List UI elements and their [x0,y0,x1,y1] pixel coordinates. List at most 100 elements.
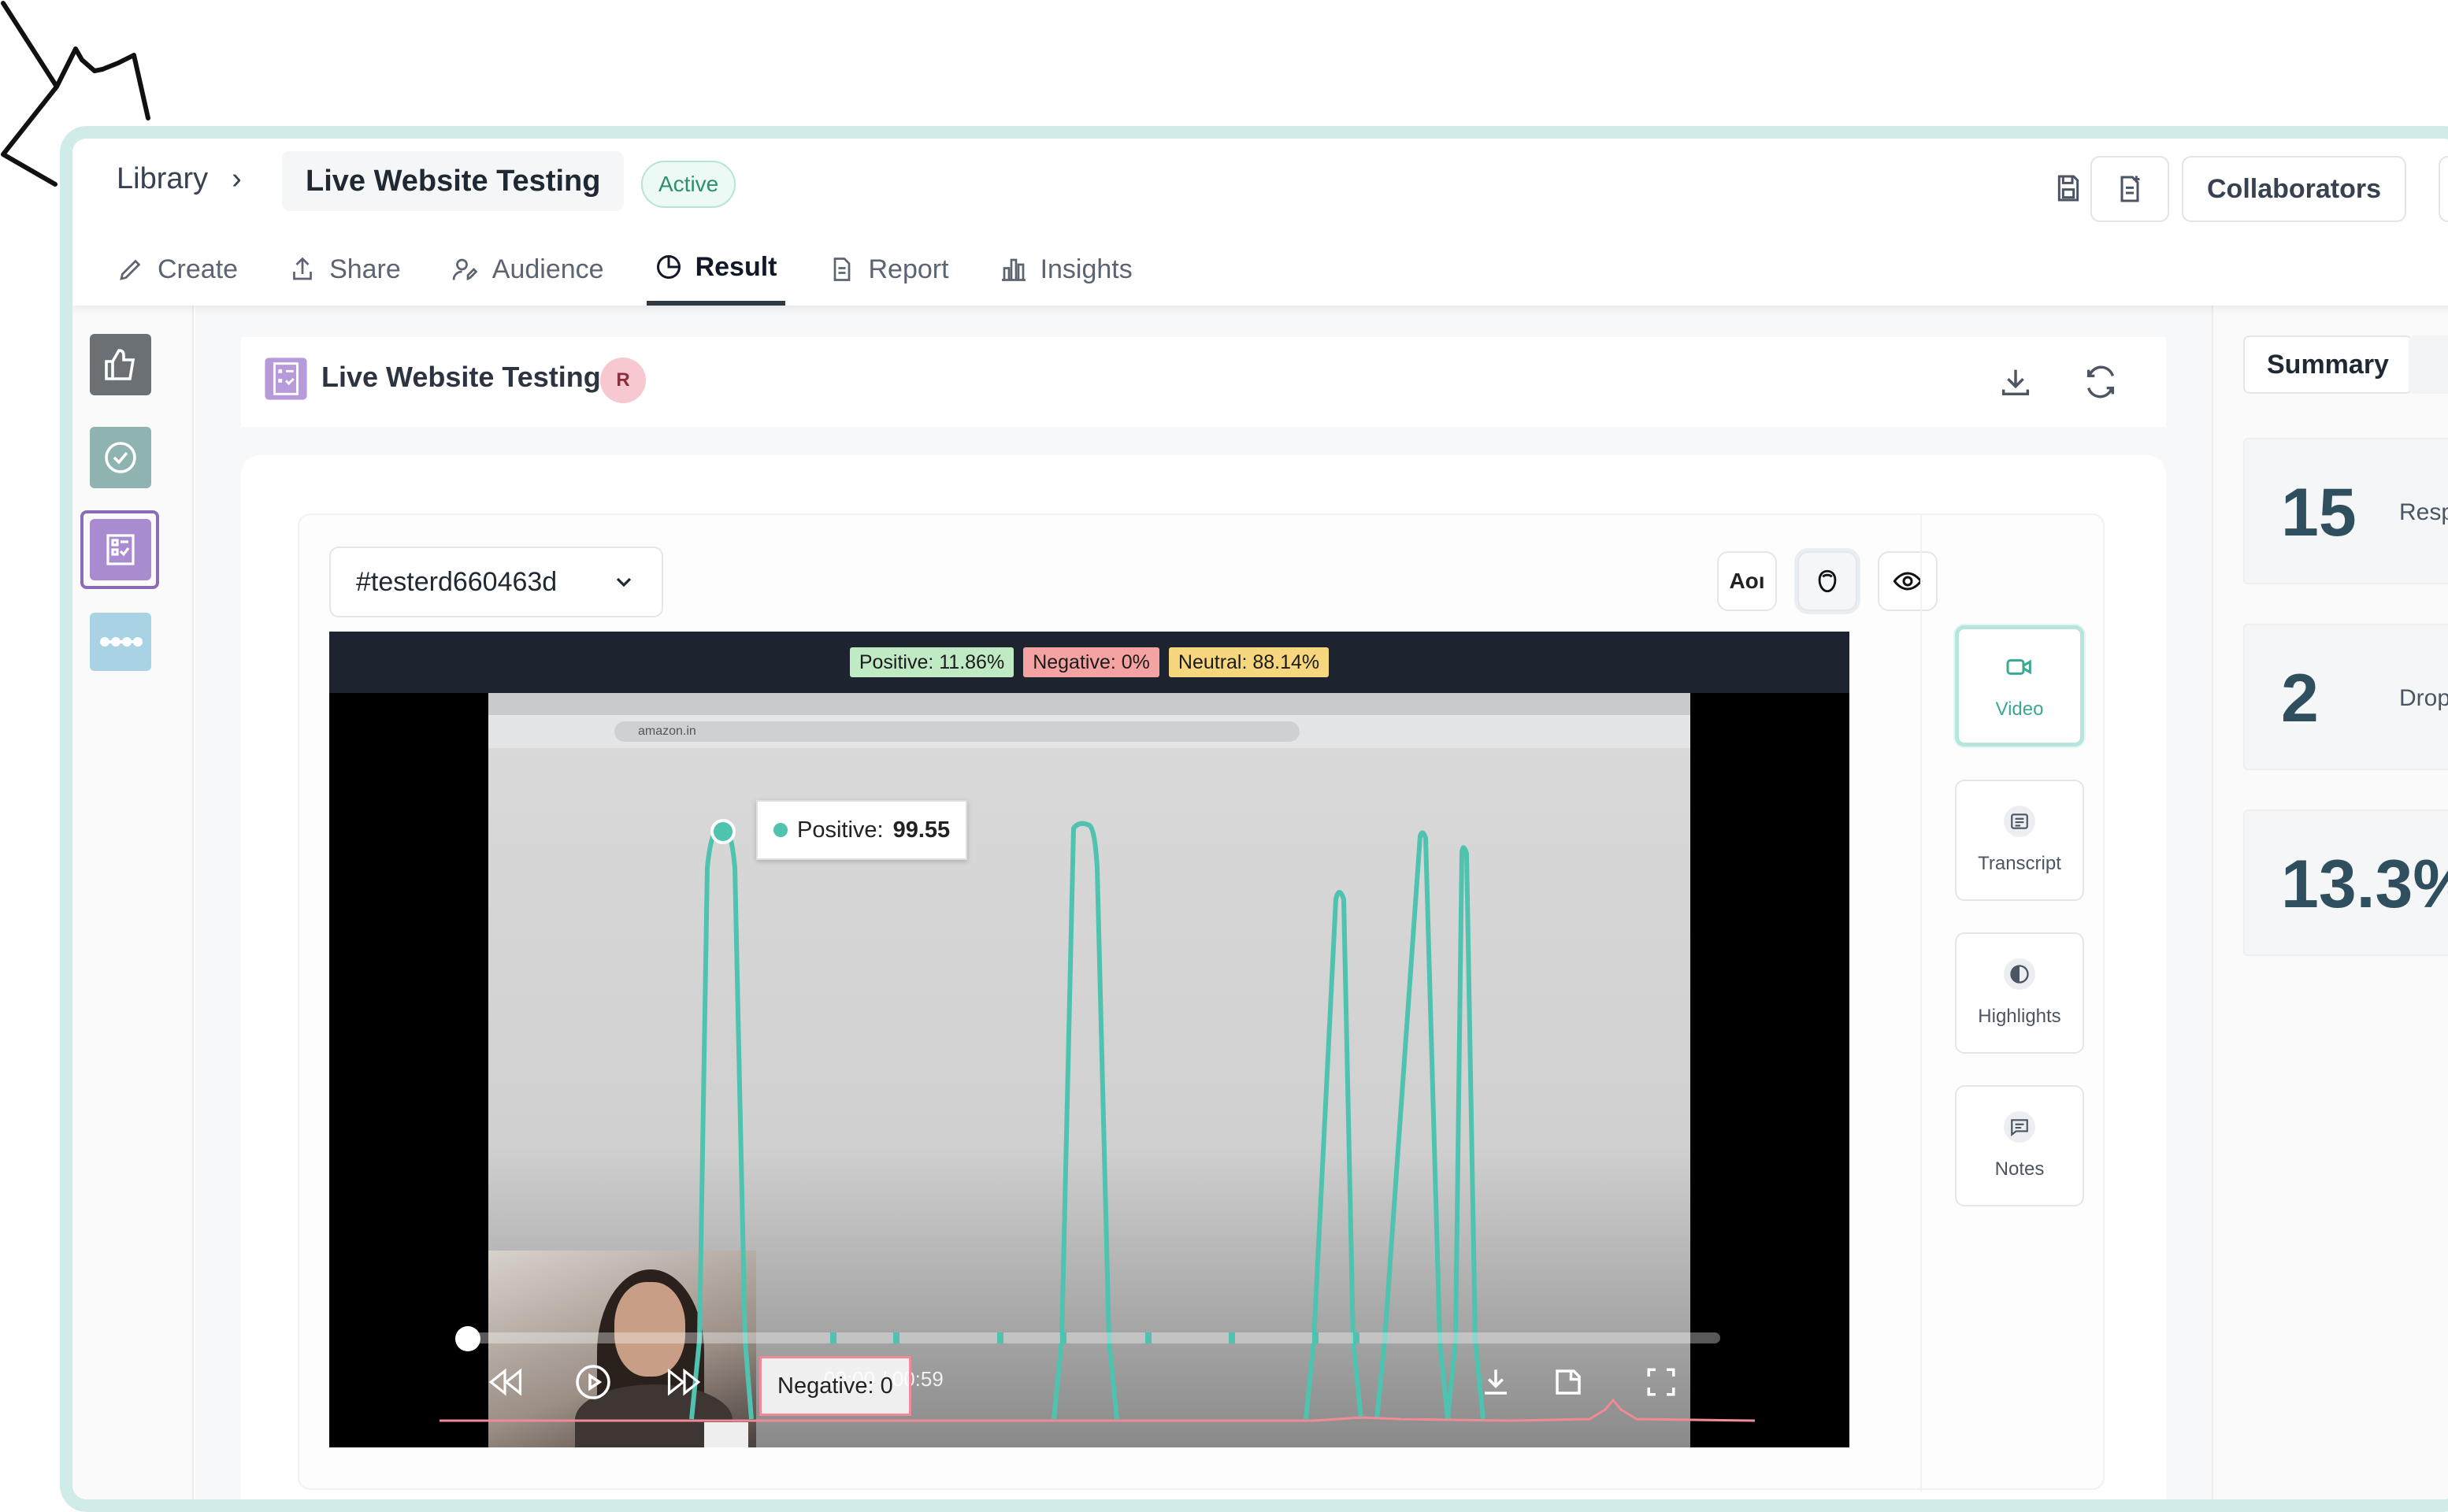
aoi-label: Aoı [1729,569,1765,593]
breadcrumb-separator: › [232,162,242,195]
stat-value: 13.3% [2281,847,2448,922]
task-header-card: Live Website Testing R [241,337,2166,427]
clip-icon [1556,1369,1581,1395]
emotion-toggle-button[interactable] [1797,551,1857,611]
task-rail [72,306,194,1499]
aoi-button[interactable]: Aoı [1717,551,1777,611]
download-icon [2001,369,2030,396]
refresh-icon [2086,365,2115,398]
clip-button[interactable] [1547,1361,1589,1403]
positive-tooltip: Positive: 99.55 [756,800,968,860]
result-main: Live Website Testing R #testerd660463d A… [195,306,2212,1499]
download-icon [1485,1369,1507,1395]
refresh-button[interactable] [2083,364,2119,404]
main-tabs: Create Share Audience Result Report Insi… [109,233,1141,306]
chevron-down-icon [616,577,632,587]
add-document-icon [2120,176,2140,202]
playhead-tag [704,1422,748,1447]
positive-peak-marker [710,819,736,844]
tab-label: Report [868,254,949,284]
highlights-icon [2004,958,2035,990]
emotion-overlay-chart [440,819,1756,1447]
stat-label: Drop- [2399,685,2448,711]
stat-card-responses: 15 Respo [2243,438,2448,584]
tester-id: #testerd660463d [356,566,558,597]
tab-label: Insights [1040,254,1133,284]
positive-tooltip-label: Positive: [797,817,884,843]
tab-label: Create [158,254,239,284]
side-label: Notes [1994,1158,2045,1180]
play-button[interactable] [572,1361,614,1403]
task-list-icon [265,358,307,400]
collaborators-button[interactable]: Collaborators [2182,156,2407,222]
negative-tooltip: Negative: 0 [759,1356,911,1416]
add-note-button[interactable] [2090,156,2169,222]
negative-tooltip-label: Negative: 0 [777,1373,893,1399]
progress-handle[interactable] [455,1326,480,1351]
fullscreen-button[interactable] [1640,1361,1682,1403]
check-circle-icon [105,442,136,473]
video-download-button[interactable] [1474,1361,1517,1403]
rewind-button[interactable] [484,1361,526,1403]
media-side-panel: Video Transcript Highlights Notes [1920,515,2106,1492]
tab-label: Result [695,251,777,282]
stat-value: 15 [2281,475,2357,550]
transcript-tab-button[interactable]: Transcript [1955,780,2084,901]
study-title[interactable]: Live Website Testing [282,151,625,211]
rail-item-opinion[interactable] [90,334,151,395]
tester-select[interactable]: #testerd660463d [329,547,663,617]
notes-icon [2004,1111,2035,1143]
face-icon [1818,569,1837,593]
stat-value: 2 [2281,661,2319,736]
task-title: Live Website Testing [321,361,601,393]
share-icon [293,257,312,280]
rail-item-check[interactable] [90,427,151,488]
tab-next-summary[interactable]: T [2409,335,2448,394]
positive-dot [773,823,788,837]
tab-summary[interactable]: Summary [2243,335,2413,394]
save-icon [2057,175,2079,202]
avatar: R [600,358,646,403]
side-label: Highlights [1978,1006,2061,1027]
side-label: Transcript [1978,853,2061,874]
bar-chart-icon [1001,258,1026,281]
fast-forward-icon [667,1368,701,1396]
eye-icon [1893,572,1923,591]
video-icon [2004,651,2035,683]
tab-share[interactable]: Share [280,233,409,306]
status-badge: Active [641,161,736,208]
download-button[interactable] [1997,364,2034,404]
tab-label: Audience [491,254,604,284]
rail-item-website-task[interactable] [90,519,151,580]
fast-forward-button[interactable] [663,1361,706,1403]
app-window: Library › Live Website Testing Active Co… [60,126,2448,1512]
video-progress-bar[interactable] [468,1332,1720,1343]
transcript-icon [2004,806,2035,837]
rail-item-sequence[interactable] [90,613,151,671]
tab-audience[interactable]: Audience [443,233,612,306]
pencil-icon [120,259,141,280]
play-icon [576,1365,610,1399]
tab-result[interactable]: Result [646,233,785,306]
highlights-tab-button[interactable]: Highlights [1955,932,2084,1054]
audience-icon [452,258,478,281]
document-icon [833,258,850,281]
breadcrumb-library[interactable]: Library [117,162,208,196]
stat-card-rate: 13.3% [2243,810,2448,956]
player-area: #testerd660463d Aoı Positive: 11.86% Neg… [298,513,2106,1492]
session-video[interactable]: Positive: 11.86% Negative: 0% Neutral: 8… [329,632,1849,1447]
top-bar: Library › Live Website Testing Active Co… [72,139,2448,306]
video-tab-button[interactable]: Video [1955,625,2084,747]
header-overflow-button[interactable] [2439,156,2448,222]
notes-tab-button[interactable]: Notes [1955,1085,2084,1206]
tab-insights[interactable]: Insights [992,233,1141,306]
side-label: Video [1995,699,2044,720]
positive-tooltip-value: 99.55 [892,817,951,843]
tab-report[interactable]: Report [820,233,957,306]
tab-create[interactable]: Create [109,233,246,306]
breadcrumb: Library › [117,162,242,196]
task-list-icon [106,534,135,565]
stat-card-dropoffs: 2 Drop- [2243,624,2448,770]
positive-emotion-line [689,821,1485,1420]
rewind-icon [488,1368,522,1396]
